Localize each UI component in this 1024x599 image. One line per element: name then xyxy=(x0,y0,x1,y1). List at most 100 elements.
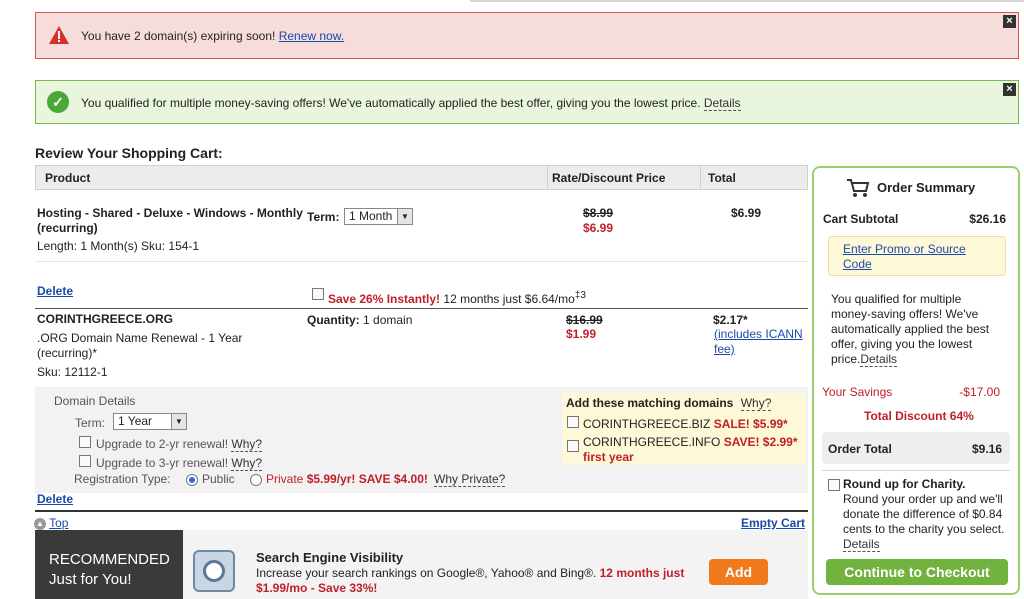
close-icon[interactable]: × xyxy=(1003,83,1016,96)
domain-new-price: $1.99 xyxy=(566,327,597,341)
domain-details-title: Domain Details xyxy=(54,394,136,408)
charity-details-link[interactable]: Details xyxy=(843,537,880,552)
column-divider xyxy=(547,166,548,189)
charity-line: donate the difference of $0.84 xyxy=(843,507,1003,521)
upgrade-3yr-checkbox[interactable] xyxy=(79,455,91,467)
offer-line: You qualified for multiple xyxy=(831,292,962,306)
order-total-label: Order Total xyxy=(828,442,892,456)
hosting-old-price: $8.99 xyxy=(583,206,614,220)
hosting-term-value: 1 Month xyxy=(349,209,393,223)
summary-offer-text: You qualified for multiple money-saving … xyxy=(831,292,989,367)
hosting-product-name: Hosting - Shared - Deluxe - Windows - Mo… xyxy=(37,206,303,220)
offers-details-link[interactable]: Details xyxy=(703,96,741,111)
search-engine-visibility-icon xyxy=(193,550,235,592)
continue-to-checkout-button[interactable]: Continue to Checkout xyxy=(826,559,1008,585)
cart-title: Review Your Shopping Cart: xyxy=(35,145,223,161)
row-divider xyxy=(35,261,808,262)
private-radio[interactable] xyxy=(250,474,262,486)
domain-delete-link[interactable]: Delete xyxy=(37,492,73,506)
upgrade-3yr-why-link[interactable]: Why? xyxy=(231,456,263,471)
domain-term-select[interactable]: 1 Year ▼ xyxy=(113,413,187,430)
cart-icon xyxy=(847,179,870,197)
domain-quantity: Quantity: 1 domain xyxy=(307,313,412,327)
empty-cart-link[interactable]: Empty Cart xyxy=(741,516,805,530)
savings-label: Your Savings xyxy=(822,385,893,399)
promo-code-link[interactable]: Enter Promo or Source xyxy=(843,242,966,256)
match-info-first-year: first year xyxy=(583,450,634,464)
chevron-down-icon: ▼ xyxy=(397,209,412,224)
recommended-line2: Just for You! xyxy=(49,571,132,588)
domain-old-price: $16.99 xyxy=(566,313,603,327)
top-link-wrap[interactable]: ▲ Top xyxy=(34,516,68,530)
column-rate: Rate/Discount Price xyxy=(552,171,666,185)
hosting-upsell-save: Save 26% Instantly! xyxy=(328,292,441,306)
matching-domains-title: Add these matching domains xyxy=(566,396,734,410)
private-option: Private $5.99/yr! SAVE $4.00! xyxy=(266,472,428,486)
offer-line: automatically applied the best xyxy=(831,322,990,336)
hosting-delete-link[interactable]: Delete xyxy=(37,284,73,298)
offer-line: offer, giving you the lowest xyxy=(831,337,973,351)
subtotal-value: $26.16 xyxy=(969,212,1006,226)
hosting-product-recurring: (recurring) xyxy=(37,221,98,235)
public-label: Public xyxy=(202,472,235,486)
charity-line: cents to the charity you select. xyxy=(843,522,1005,536)
hosting-upsell-sup: ‡3 xyxy=(574,290,586,301)
product-title: Search Engine Visibility xyxy=(256,550,404,565)
domain-sku: Sku: 12112-1 xyxy=(37,365,108,379)
chevron-down-icon: ▼ xyxy=(171,414,186,429)
matching-domains-header: Add these matching domains Why? xyxy=(566,396,772,411)
add-button[interactable]: Add xyxy=(709,559,768,585)
close-icon[interactable]: × xyxy=(1003,15,1016,28)
order-total-value: $9.16 xyxy=(971,442,1002,456)
charity-title: Round up for Charity. xyxy=(843,477,966,491)
charity-line: Round your order up and we'll xyxy=(843,492,1003,506)
hosting-total: $6.99 xyxy=(731,206,762,220)
charity-checkbox[interactable] xyxy=(828,479,840,491)
icann-fee-link-cont[interactable]: fee) xyxy=(714,342,735,356)
cart-table-header: Product Rate/Discount Price Total xyxy=(35,165,808,190)
upgrade-2yr-why-link[interactable]: Why? xyxy=(231,437,263,452)
cart-bottom-divider xyxy=(35,510,808,512)
match-biz-checkbox[interactable] xyxy=(567,416,579,428)
icann-fee-link[interactable]: (includes ICANN xyxy=(714,327,803,341)
domain-name: CORINTHGREECE.ORG xyxy=(37,312,174,326)
domain-term-label: Term: xyxy=(75,416,105,430)
promo-box: Enter Promo or Source Code xyxy=(828,236,1006,276)
order-summary-title: Order Summary xyxy=(877,180,976,195)
domain-total: $2.17* xyxy=(713,313,748,327)
hosting-term-label: Term: xyxy=(307,210,340,224)
why-private-link[interactable]: Why Private? xyxy=(434,472,506,487)
recommended-line1: RECOMMENDED xyxy=(49,551,170,568)
column-divider xyxy=(700,166,701,189)
checkmark-icon: ✓ xyxy=(47,91,69,113)
hosting-term-select[interactable]: 1 Month ▼ xyxy=(344,208,413,225)
summary-offer-details-link[interactable]: Details xyxy=(860,352,898,367)
hosting-upsell: Save 26% Instantly! 12 months just $6.64… xyxy=(328,290,586,306)
quantity-label: Quantity: xyxy=(307,313,360,327)
hosting-upsell-checkbox[interactable] xyxy=(312,288,324,300)
product-desc: Increase your search rankings on Google®… xyxy=(256,566,597,580)
warning-icon xyxy=(49,26,69,44)
match-biz-sale: SALE! $5.99* xyxy=(713,417,788,431)
public-radio[interactable] xyxy=(186,474,198,486)
row-divider xyxy=(35,308,808,309)
match-info-checkbox[interactable] xyxy=(567,440,579,452)
matching-why-link[interactable]: Why? xyxy=(740,396,772,411)
savings-value: -$17.00 xyxy=(959,385,1000,399)
renew-now-link[interactable]: Renew now. xyxy=(279,29,344,43)
upgrade-2yr: Upgrade to 2-yr renewal! Why? xyxy=(96,437,263,452)
upgrade-2yr-checkbox[interactable] xyxy=(79,436,91,448)
registration-type-label: Registration Type: xyxy=(74,472,171,486)
recommended-badge: RECOMMENDED Just for You! xyxy=(35,530,183,599)
expiring-domains-alert: You have 2 domain(s) expiring soon! Rene… xyxy=(35,12,1019,59)
offers-alert: ✓ You qualified for multiple money-savin… xyxy=(35,80,1019,124)
order-summary-panel: Order Summary Cart Subtotal $26.16 Enter… xyxy=(812,166,1020,595)
alert-text: You have 2 domain(s) expiring soon! xyxy=(81,29,276,43)
subtotal-label: Cart Subtotal xyxy=(823,212,899,226)
alert-text: You qualified for multiple money-saving … xyxy=(81,96,701,110)
top-link[interactable]: Top xyxy=(49,516,68,530)
top-divider xyxy=(470,0,1024,2)
match-info: CORINTHGREECE.INFO SAVE! $2.99* xyxy=(583,435,798,449)
match-info-sale: SAVE! $2.99* xyxy=(723,435,798,449)
promo-code-link-cont[interactable]: Code xyxy=(843,257,872,271)
